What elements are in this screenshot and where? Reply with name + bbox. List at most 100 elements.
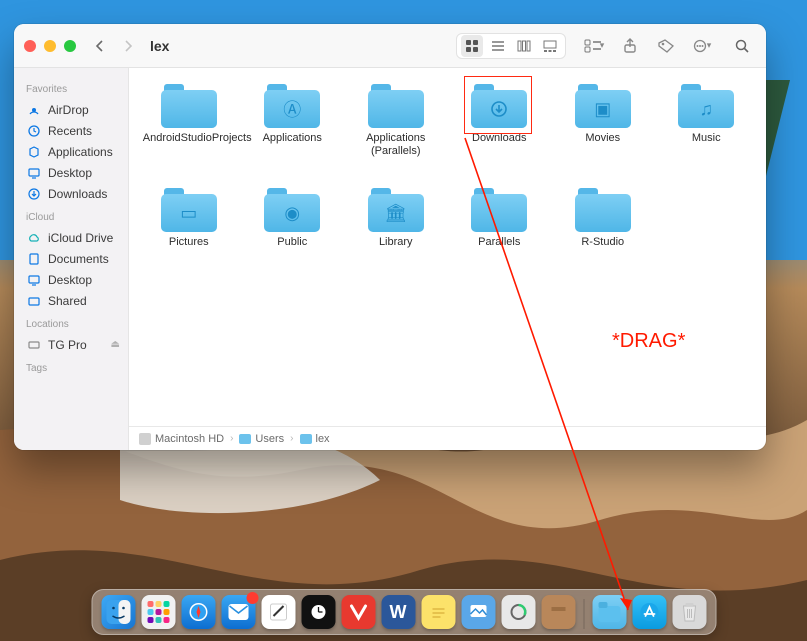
folder-icon: ◉ [264, 188, 320, 232]
sidebar-item-applications[interactable]: Applications [14, 141, 128, 162]
apps-glyph-icon: Ⓐ [264, 90, 320, 128]
list-view-button[interactable] [487, 35, 509, 57]
chevron-right-icon: › [290, 433, 293, 444]
dock-app-finder[interactable] [101, 595, 135, 629]
download-icon [26, 186, 41, 201]
search-button[interactable] [728, 33, 756, 59]
dock-app-activity[interactable] [501, 595, 535, 629]
dock-app-preview[interactable] [461, 595, 495, 629]
clock-icon [26, 123, 41, 138]
dock-trash[interactable] [672, 595, 706, 629]
back-button[interactable] [90, 36, 110, 56]
sidebar-item-icloud-drive[interactable]: iCloud Drive [14, 227, 128, 248]
airdrop-icon [26, 102, 41, 117]
sidebar-header-favorites: Favorites [14, 76, 128, 99]
path-segment-users[interactable]: Users [239, 433, 284, 445]
folder-movies[interactable]: ▣ Movies [551, 82, 655, 182]
desktop-icon [26, 165, 41, 180]
sidebar-item-desktop-icloud[interactable]: Desktop [14, 269, 128, 290]
path-segment-lex[interactable]: lex [300, 433, 330, 445]
folder-library[interactable]: 🏛 Library [344, 186, 448, 286]
gallery-view-button[interactable] [539, 35, 561, 57]
finder-window: lex ▾ ▾ [14, 24, 766, 450]
share-button[interactable] [616, 33, 644, 59]
dock-app-launchpad[interactable] [141, 595, 175, 629]
dock-app-appstore[interactable] [632, 595, 666, 629]
folder-grid: AndroidStudioProjects Ⓐ Applications App… [129, 68, 766, 426]
dock-separator [583, 599, 584, 629]
movies-glyph-icon: ▣ [575, 90, 631, 128]
folder-public[interactable]: ◉ Public [241, 186, 345, 286]
apps-icon [26, 144, 41, 159]
folder-icon [239, 434, 251, 444]
path-bar[interactable]: Macintosh HD › Users › lex [129, 426, 766, 450]
folder-icon: Ⓐ [264, 84, 320, 128]
window-title: lex [150, 38, 169, 54]
sidebar-item-desktop[interactable]: Desktop [14, 162, 128, 183]
dock-app-mail[interactable] [221, 595, 255, 629]
minimize-button[interactable] [44, 40, 56, 52]
folder-icon: ♫ [678, 84, 734, 128]
dock-folder-downloads[interactable] [592, 595, 626, 629]
zoom-button[interactable] [64, 40, 76, 52]
sidebar-item-shared[interactable]: Shared [14, 290, 128, 311]
cloud-icon [26, 230, 41, 245]
folder-icon [575, 188, 631, 232]
dock-app-safari[interactable] [181, 595, 215, 629]
dock-app-vivaldi[interactable] [341, 595, 375, 629]
titlebar: lex ▾ ▾ [14, 24, 766, 68]
folder-downloads[interactable]: Downloads [448, 82, 552, 182]
sidebar-header-locations: Locations [14, 311, 128, 334]
dock-app-notes[interactable] [421, 595, 455, 629]
dock-app-clock[interactable] [301, 595, 335, 629]
music-glyph-icon: ♫ [678, 90, 734, 128]
folder-icon [471, 188, 527, 232]
folder-icon [368, 84, 424, 128]
column-view-button[interactable] [513, 35, 535, 57]
hdd-icon [139, 433, 151, 445]
download-glyph-icon [471, 90, 527, 128]
folder-icon [471, 84, 527, 128]
forward-button[interactable] [118, 36, 138, 56]
sidebar-header-tags: Tags [14, 355, 128, 378]
tags-button[interactable] [652, 33, 680, 59]
dock-app-textedit[interactable] [261, 595, 295, 629]
view-switcher[interactable] [456, 33, 566, 59]
dock-app-word[interactable]: W [381, 595, 415, 629]
sidebar-item-downloads[interactable]: Downloads [14, 183, 128, 204]
sidebar-item-documents[interactable]: Documents [14, 248, 128, 269]
close-button[interactable] [24, 40, 36, 52]
window-controls [24, 40, 76, 52]
shared-icon [26, 293, 41, 308]
dock-app-package[interactable] [541, 595, 575, 629]
folder-applications[interactable]: Ⓐ Applications [241, 82, 345, 182]
disk-icon [26, 337, 41, 352]
folder-parallels[interactable]: Parallels [448, 186, 552, 286]
folder-icon [161, 84, 217, 128]
sidebar-item-recents[interactable]: Recents [14, 120, 128, 141]
desktop-icon [26, 272, 41, 287]
chevron-right-icon: › [230, 433, 233, 444]
main-content: AndroidStudioProjects Ⓐ Applications App… [129, 68, 766, 450]
sidebar-item-airdrop[interactable]: AirDrop [14, 99, 128, 120]
pictures-glyph-icon: ▭ [161, 194, 217, 232]
doc-icon [26, 251, 41, 266]
sidebar: Favorites AirDrop Recents Applications D… [14, 68, 129, 450]
more-button[interactable]: ▾ [688, 33, 716, 59]
eject-icon[interactable]: ⏏ [111, 339, 120, 350]
folder-music[interactable]: ♫ Music [655, 82, 759, 182]
folder-icon: ▣ [575, 84, 631, 128]
sidebar-item-tgpro[interactable]: TG Pro⏏ [14, 334, 128, 355]
folder-icon: ▭ [161, 188, 217, 232]
folder-r-studio[interactable]: R-Studio [551, 186, 655, 286]
sidebar-header-icloud: iCloud [14, 204, 128, 227]
folder-applications-parallels[interactable]: Applications (Parallels) [344, 82, 448, 182]
public-glyph-icon: ◉ [264, 194, 320, 232]
folder-androidstudioprojects[interactable]: AndroidStudioProjects [137, 82, 241, 182]
group-button[interactable]: ▾ [580, 33, 608, 59]
folder-pictures[interactable]: ▭ Pictures [137, 186, 241, 286]
icon-view-button[interactable] [461, 35, 483, 57]
library-glyph-icon: 🏛 [368, 194, 424, 232]
path-segment-macintosh-hd[interactable]: Macintosh HD [139, 433, 224, 445]
folder-icon: 🏛 [368, 188, 424, 232]
